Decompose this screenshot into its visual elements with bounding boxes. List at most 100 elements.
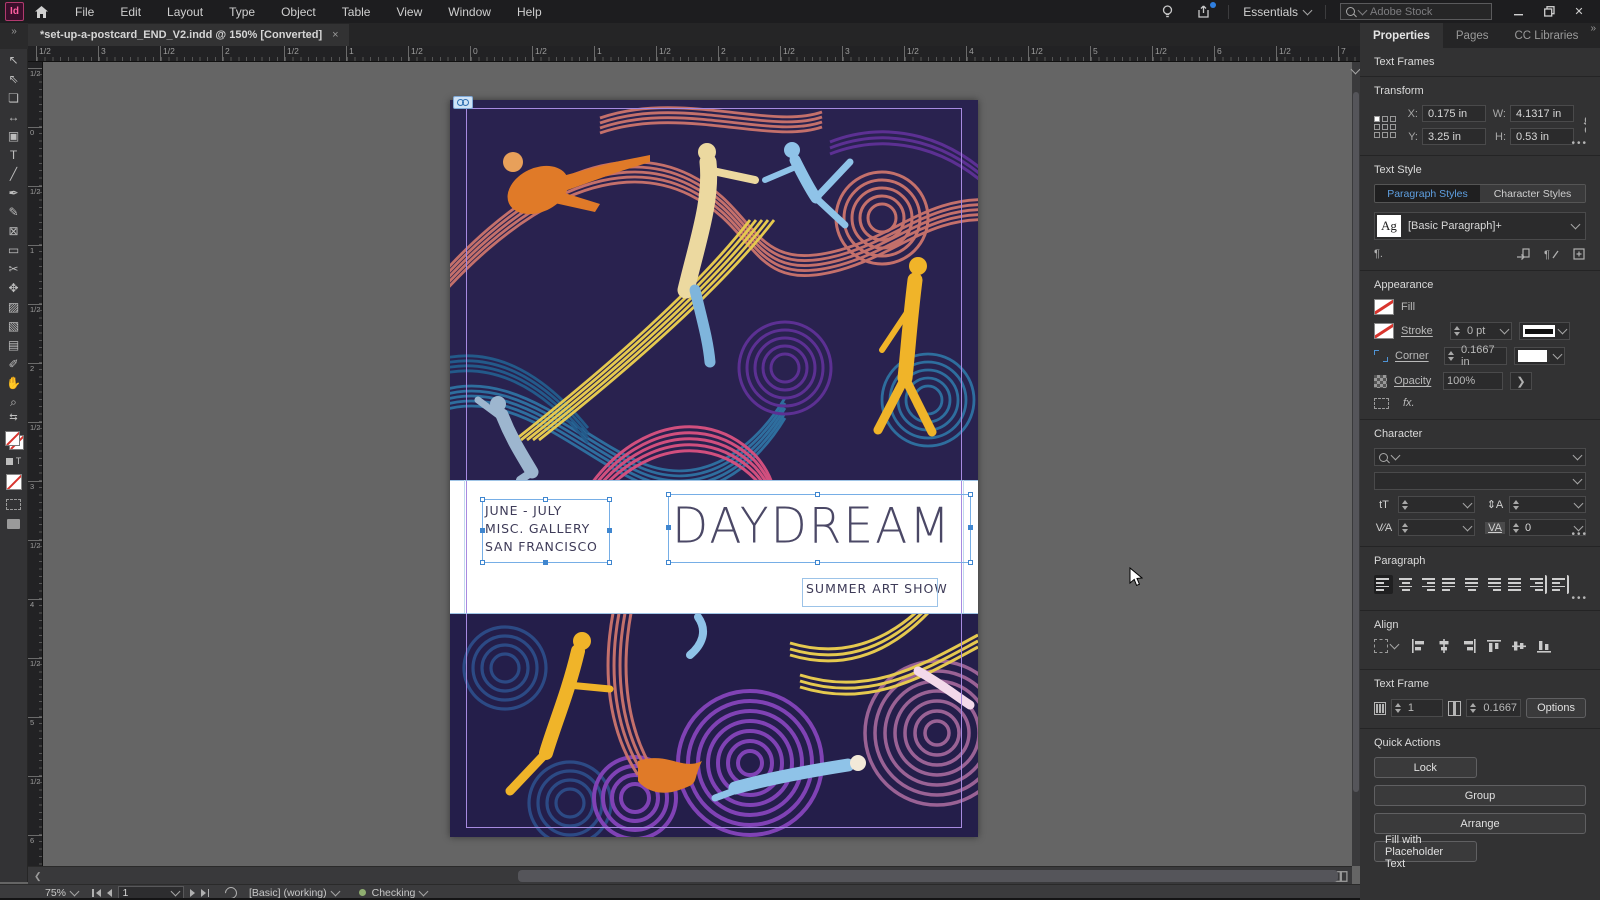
tab-paragraph-styles[interactable]: Paragraph Styles xyxy=(1375,185,1480,202)
pasteboard[interactable]: JUNE - JULY MISC. GALLERY SAN FRANCISCO … xyxy=(44,62,1352,866)
font-style-select[interactable] xyxy=(1374,472,1586,490)
more-options-icon[interactable]: ••• xyxy=(1571,529,1588,540)
quick-action-button[interactable]: Fill with Placeholder Text xyxy=(1374,834,1477,870)
adobe-stock-search[interactable]: Adobe Stock xyxy=(1340,3,1492,20)
opacity-more-button[interactable]: ❯ xyxy=(1510,372,1532,390)
formatting-container-icon[interactable] xyxy=(5,457,13,465)
rectangle-tool[interactable]: ▭ xyxy=(2,240,26,259)
vertical-ruler[interactable]: 1/2 0 1/2 1 1/2 2 1/2 3 1/2 4 1/2 5 1/2 6 xyxy=(28,62,43,866)
scroll-left-icon[interactable]: ❮ xyxy=(28,871,48,882)
zoom-level-control[interactable]: 75% xyxy=(45,886,80,899)
vertical-scrollbar[interactable] xyxy=(1350,62,1361,866)
free-transform-tool[interactable]: ✥ xyxy=(2,278,26,297)
stepper-icon[interactable] xyxy=(1402,499,1411,510)
link-badge-icon[interactable] xyxy=(453,96,473,109)
justify-right-button[interactable] xyxy=(1484,575,1503,594)
indesign-logo-icon[interactable]: Id xyxy=(5,2,24,21)
opacity-label[interactable]: Opacity xyxy=(1394,375,1436,387)
tab-character-styles[interactable]: Character Styles xyxy=(1480,185,1585,202)
columns-field[interactable]: 1 xyxy=(1390,699,1444,717)
pilcrow-icon[interactable]: ¶. xyxy=(1374,248,1383,260)
stepper-icon[interactable] xyxy=(1394,703,1404,713)
artwork-top[interactable] xyxy=(450,100,978,480)
formatting-text-icon[interactable]: T xyxy=(16,456,22,466)
minimize-button[interactable] xyxy=(1506,3,1532,20)
swap-fill-stroke-icon[interactable]: ⇆ xyxy=(2,411,26,425)
paragraph-style-select[interactable]: Ag [Basic Paragraph]+ xyxy=(1374,212,1586,240)
content-collector-tool[interactable]: ▣ xyxy=(2,126,26,145)
menu-item[interactable]: Edit xyxy=(107,5,154,19)
screen-mode-icon[interactable] xyxy=(7,519,20,529)
align-left-button[interactable] xyxy=(1374,575,1393,594)
formatting-affects-toggle[interactable]: T xyxy=(5,456,22,466)
tab-properties[interactable]: Properties xyxy=(1360,23,1443,48)
fill-swatch-none[interactable] xyxy=(4,431,20,446)
h-input[interactable]: 0.53 in xyxy=(1510,128,1574,145)
text-frame-title-selection[interactable] xyxy=(666,492,973,565)
menu-item[interactable]: Layout xyxy=(154,5,216,19)
new-style-icon[interactable] xyxy=(1573,248,1586,260)
menu-item[interactable]: View xyxy=(383,5,435,19)
stepper-icon[interactable] xyxy=(1513,522,1522,533)
next-page-button[interactable] xyxy=(189,888,195,897)
previous-page-button[interactable] xyxy=(106,888,112,897)
w-input[interactable]: 4.1317 in xyxy=(1510,105,1574,122)
stepper-icon[interactable] xyxy=(1402,522,1411,533)
menu-item[interactable]: Window xyxy=(435,5,504,19)
note-tool[interactable]: ▤ xyxy=(2,335,26,354)
line-tool[interactable]: ╱ xyxy=(2,164,26,183)
fill-swatch[interactable] xyxy=(1374,299,1394,315)
tab-pages[interactable]: Pages xyxy=(1443,23,1502,48)
align-toward-spine-button[interactable] xyxy=(1528,575,1547,594)
justify-all-button[interactable] xyxy=(1506,575,1525,594)
more-options-icon[interactable]: ••• xyxy=(1571,138,1588,149)
zoom-tool[interactable]: ⌕ xyxy=(2,392,26,411)
direct-selection-tool[interactable]: ⇖ xyxy=(2,69,26,88)
stroke-swatch[interactable] xyxy=(1374,323,1394,339)
home-icon[interactable] xyxy=(30,4,52,20)
scissors-tool[interactable]: ✂ xyxy=(2,259,26,278)
corner-label[interactable]: Corner xyxy=(1395,350,1437,362)
constrain-proportions-icon[interactable] xyxy=(1581,116,1586,134)
close-button[interactable]: ✕ xyxy=(1566,3,1592,20)
preflight-status-control[interactable]: Checking xyxy=(372,886,429,899)
quick-action-button[interactable]: Group xyxy=(1374,785,1586,806)
fx-icon[interactable]: fx. xyxy=(1403,397,1415,409)
horizontal-scrollbar[interactable]: ❮ ❯ xyxy=(28,866,1352,885)
leading-field[interactable] xyxy=(1509,496,1586,513)
stepper-icon[interactable] xyxy=(1448,351,1457,361)
workspace-switcher[interactable]: Essentials xyxy=(1243,5,1313,19)
align-right-button[interactable] xyxy=(1418,575,1437,594)
justify-left-button[interactable] xyxy=(1440,575,1459,594)
gap-tool[interactable]: ↔ xyxy=(2,107,26,126)
opacity-field[interactable]: 100% xyxy=(1443,372,1503,390)
stroke-weight-field[interactable]: 0 pt xyxy=(1450,322,1512,340)
share-icon[interactable] xyxy=(1192,1,1217,20)
apply-gradient-icon[interactable] xyxy=(6,499,21,510)
align-vertical-centers-icon[interactable] xyxy=(1511,639,1527,653)
stepper-icon[interactable] xyxy=(1513,499,1522,510)
preflight-profile-control[interactable]: [Basic] (working) xyxy=(249,886,341,899)
hand-tool[interactable]: ✋ xyxy=(2,373,26,392)
fill-stroke-swatches[interactable] xyxy=(4,431,24,450)
menu-item[interactable]: File xyxy=(62,5,107,19)
quick-action-button[interactable]: Lock xyxy=(1374,757,1477,778)
text-frame-subtitle[interactable] xyxy=(802,578,938,607)
corner-size-field[interactable]: 0.1667 in xyxy=(1444,344,1507,368)
font-size-field[interactable] xyxy=(1398,496,1475,513)
align-left-edges-icon[interactable] xyxy=(1411,639,1427,653)
menu-item[interactable]: Object xyxy=(268,5,329,19)
horizontal-ruler[interactable]: 1/2 3 1/2 2 1/2 1 1/2 0 1/2 1 1/2 2 1/2 3 1/2 4 1/2 5 1/2 6… xyxy=(28,46,1360,62)
type-tool[interactable]: T xyxy=(2,145,26,164)
close-tab-icon[interactable]: × xyxy=(332,29,338,41)
align-bottom-edges-icon[interactable] xyxy=(1536,639,1552,653)
apply-none-swatch[interactable] xyxy=(5,474,22,490)
panel-expand-icon[interactable]: » xyxy=(0,23,28,49)
align-away-spine-button[interactable] xyxy=(1550,575,1569,594)
first-page-button[interactable] xyxy=(92,888,101,897)
align-center-button[interactable] xyxy=(1396,575,1415,594)
align-horizontal-centers-icon[interactable] xyxy=(1436,639,1452,653)
text-frame-info-selection[interactable] xyxy=(480,497,612,565)
align-top-edges-icon[interactable] xyxy=(1486,639,1502,653)
font-family-select[interactable] xyxy=(1374,448,1586,466)
